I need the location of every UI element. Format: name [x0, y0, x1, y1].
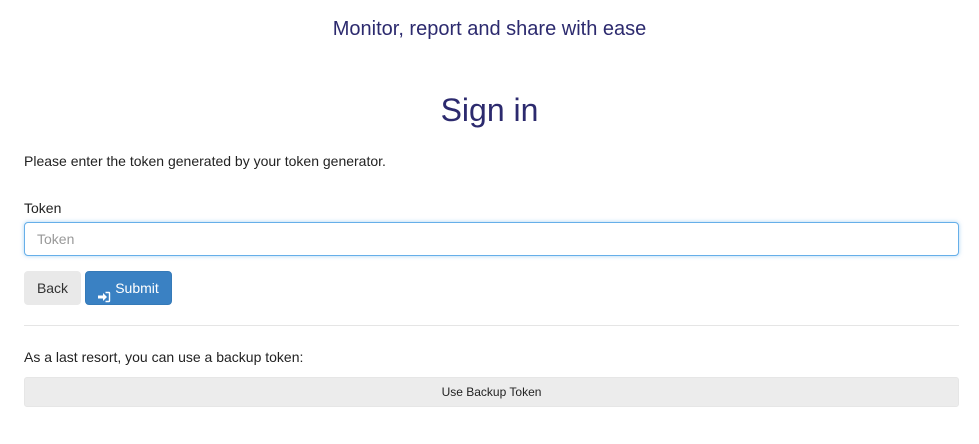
submit-button-label: Submit: [115, 280, 159, 296]
page-title: Sign in: [440, 92, 539, 128]
sign-in-icon: [98, 282, 111, 303]
back-button[interactable]: Back: [24, 271, 81, 305]
use-backup-token-button[interactable]: Use Backup Token: [24, 377, 959, 407]
submit-button[interactable]: Submit: [85, 271, 172, 305]
token-instructions: Please enter the token generated by your…: [24, 153, 386, 169]
tagline: Monitor, report and share with ease: [332, 18, 647, 40]
token-input[interactable]: [24, 222, 959, 256]
backup-token-text: As a last resort, you can use a backup t…: [24, 349, 304, 365]
token-label: Token: [24, 200, 62, 216]
back-button-label: Back: [36, 280, 69, 296]
divider: [24, 325, 959, 326]
